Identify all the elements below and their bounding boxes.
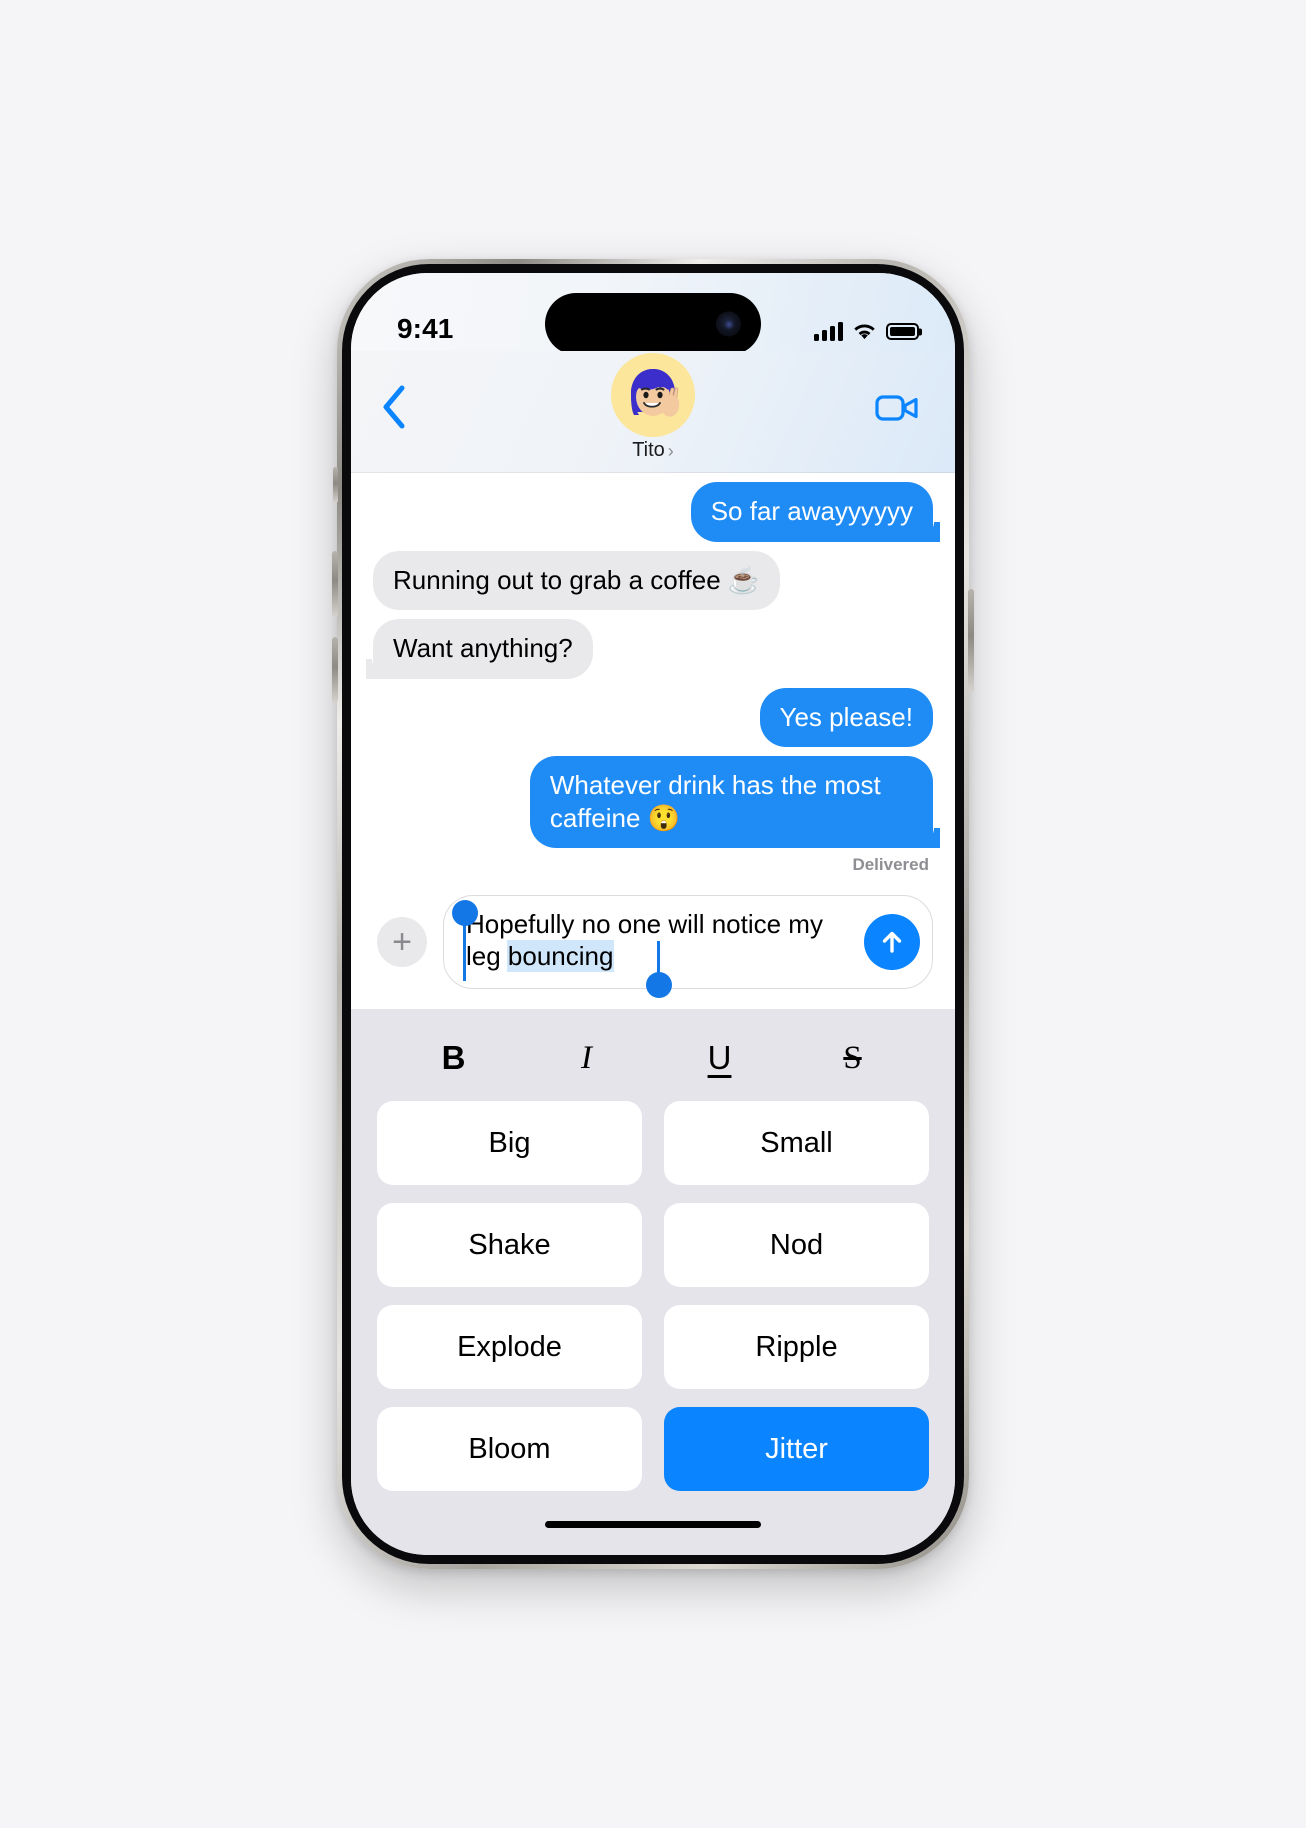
selection-handle-end[interactable] xyxy=(646,972,672,998)
effect-button-ripple[interactable]: Ripple xyxy=(664,1305,929,1389)
home-indicator[interactable] xyxy=(351,1521,955,1555)
facetime-video-icon[interactable] xyxy=(875,393,919,423)
format-italic-button[interactable]: I xyxy=(551,1040,623,1077)
message-composer: + Hopefully no one will notice my leg bo… xyxy=(351,881,955,1009)
message-bubble-sent[interactable]: So far awayyyyyy xyxy=(690,482,941,542)
effect-button-explode[interactable]: Explode xyxy=(377,1305,642,1389)
message-bubble-received[interactable]: Want anything? xyxy=(366,619,593,679)
message-bubble-sent[interactable]: Yes please! xyxy=(759,687,933,747)
message-row: So far awayyyyyy xyxy=(373,482,941,542)
battery-full-icon xyxy=(886,323,919,340)
delivery-status: Delivered xyxy=(852,855,929,874)
effect-button-shake[interactable]: Shake xyxy=(377,1203,642,1287)
draft-text-selection: bouncing xyxy=(507,941,614,971)
draft-text[interactable]: Hopefully no one will notice my leg boun… xyxy=(466,909,854,973)
send-button[interactable] xyxy=(864,914,920,970)
volume-up-button[interactable] xyxy=(332,551,338,617)
cellular-bars-icon xyxy=(814,322,843,341)
wifi-icon xyxy=(854,324,875,340)
status-bar: 9:41 xyxy=(351,273,955,355)
contact-name[interactable]: Tito › xyxy=(632,439,674,462)
contact-chevron-icon: › xyxy=(667,440,674,461)
screenshot-stage: 9:41 Tito › So far awayyyyyy Running out… xyxy=(0,0,1306,1828)
status-indicators xyxy=(814,322,919,345)
format-underline-button[interactable]: U xyxy=(684,1039,756,1077)
plus-icon[interactable]: + xyxy=(377,917,427,967)
format-bold-button[interactable]: B xyxy=(418,1039,490,1077)
dynamic-island xyxy=(545,293,761,355)
effect-button-small[interactable]: Small xyxy=(664,1101,929,1185)
effect-button-bloom[interactable]: Bloom xyxy=(377,1407,642,1491)
text-effects-grid: Big Small Shake Nod Explode Ripple Bloom… xyxy=(377,1101,929,1491)
message-list[interactable]: y g So far awayyyyyy Running out to grab… xyxy=(351,473,955,881)
status-time: 9:41 xyxy=(397,313,454,344)
message-bubble-received[interactable]: Running out to grab a coffee ☕ xyxy=(373,550,781,610)
memoji-avatar-icon xyxy=(611,353,695,437)
effect-button-jitter[interactable]: Jitter xyxy=(664,1407,929,1491)
contact-name-text: Tito xyxy=(632,439,665,461)
back-chevron-icon[interactable] xyxy=(381,385,407,429)
volume-down-button[interactable] xyxy=(332,637,338,703)
message-row: Want anything? xyxy=(366,619,933,679)
message-row: Yes please! xyxy=(373,687,933,747)
message-row: Running out to grab a coffee ☕ xyxy=(373,550,933,610)
message-input[interactable]: Hopefully no one will notice my leg boun… xyxy=(443,895,933,998)
conversation-header: Tito › xyxy=(351,351,955,473)
contact-info[interactable]: Tito › xyxy=(611,353,695,462)
effect-button-nod[interactable]: Nod xyxy=(664,1203,929,1287)
message-row: Whatever drink has the most caffeine 😲 xyxy=(373,756,941,848)
phone-screen: 9:41 Tito › So far awayyyyyy Running out… xyxy=(351,273,955,1555)
action-button[interactable] xyxy=(333,467,338,503)
text-format-row: B I U S xyxy=(377,1027,929,1101)
iphone-device-frame: 9:41 Tito › So far awayyyyyy Running out… xyxy=(332,259,974,1569)
avatar[interactable] xyxy=(611,353,695,437)
front-camera-icon xyxy=(716,311,741,337)
format-strikethrough-button[interactable]: S xyxy=(817,1040,889,1077)
send-arrow-up-icon xyxy=(882,931,902,953)
message-bubble-sent[interactable]: Whatever drink has the most caffeine 😲 xyxy=(529,756,941,848)
power-button[interactable] xyxy=(968,589,974,693)
selection-handle-start[interactable] xyxy=(452,900,478,926)
text-effects-panel: B I U S Big Small Shake Nod Explode Ripp… xyxy=(351,1009,955,1521)
effect-button-big[interactable]: Big xyxy=(377,1101,642,1185)
